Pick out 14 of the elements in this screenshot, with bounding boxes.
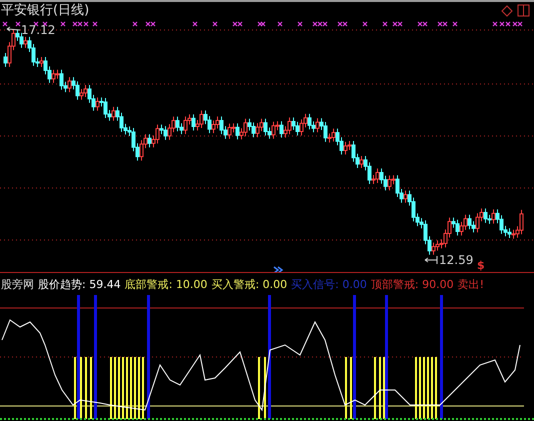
indicator-reading: 买入警戒: 0.00 <box>211 276 288 292</box>
indicator-reading: 顶部警戒: 90.00 <box>370 276 454 292</box>
double-chevron-icon <box>273 266 284 272</box>
diamond-icon <box>501 5 513 17</box>
indicator-reading: 底部警戒: 10.00 <box>124 276 208 292</box>
sell-signal: 卖出! <box>458 276 484 292</box>
price-label: 12.59 <box>439 254 474 267</box>
chart-title: 平安银行(日线) <box>1 4 90 18</box>
indicator-reading: 买入信号: 0.00 <box>291 276 367 292</box>
sell-marker: $ <box>477 260 485 272</box>
split-window-icon[interactable] <box>518 4 530 16</box>
indicator-name: 股旁网 <box>1 276 34 292</box>
indicator-reading: 股价趋势: 59.44 <box>38 276 121 292</box>
price-label: 17.12 <box>21 24 56 37</box>
